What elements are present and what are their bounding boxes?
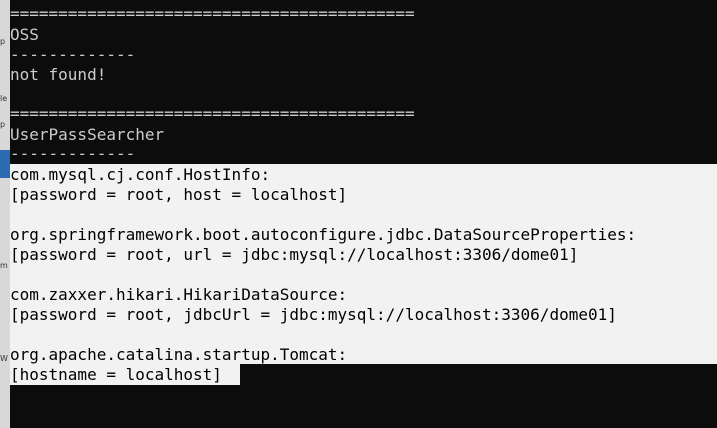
section-title-oss: OSS <box>10 25 39 44</box>
section-title-userpasssearcher: UserPassSearcher <box>10 125 165 144</box>
background-window-fragment: le <box>0 94 8 103</box>
dash-line: ------------- <box>10 45 136 64</box>
background-window-fragment: p <box>0 37 6 46</box>
output-line: org.apache.catalina.startup.Tomcat: <box>10 345 348 364</box>
background-window-edge: p le p m W <box>0 0 10 428</box>
output-line: com.mysql.cj.conf.HostInfo: <box>10 165 271 184</box>
output-line: not found! <box>10 65 107 84</box>
console-window[interactable]: ========================================… <box>10 0 717 428</box>
background-window-fragment: p <box>0 120 6 129</box>
output-line: com.zaxxer.hikari.HikariDataSource: <box>10 285 348 304</box>
dash-line: ------------- <box>10 144 136 163</box>
separator-line: ========================================… <box>10 104 415 123</box>
background-window-fragment: W <box>0 354 8 363</box>
output-line: org.springframework.boot.autoconfigure.j… <box>10 225 637 244</box>
output-line: [password = root, url = jdbc:mysql://loc… <box>10 245 579 264</box>
background-window-fragment: m <box>0 261 8 270</box>
output-line: [password = root, host = localhost] <box>10 185 348 204</box>
separator-line: ========================================… <box>10 4 415 23</box>
background-window-accent <box>0 150 10 178</box>
output-line: [hostname = localhost] <box>10 365 222 384</box>
output-line: [password = root, jdbcUrl = jdbc:mysql:/… <box>10 305 617 324</box>
